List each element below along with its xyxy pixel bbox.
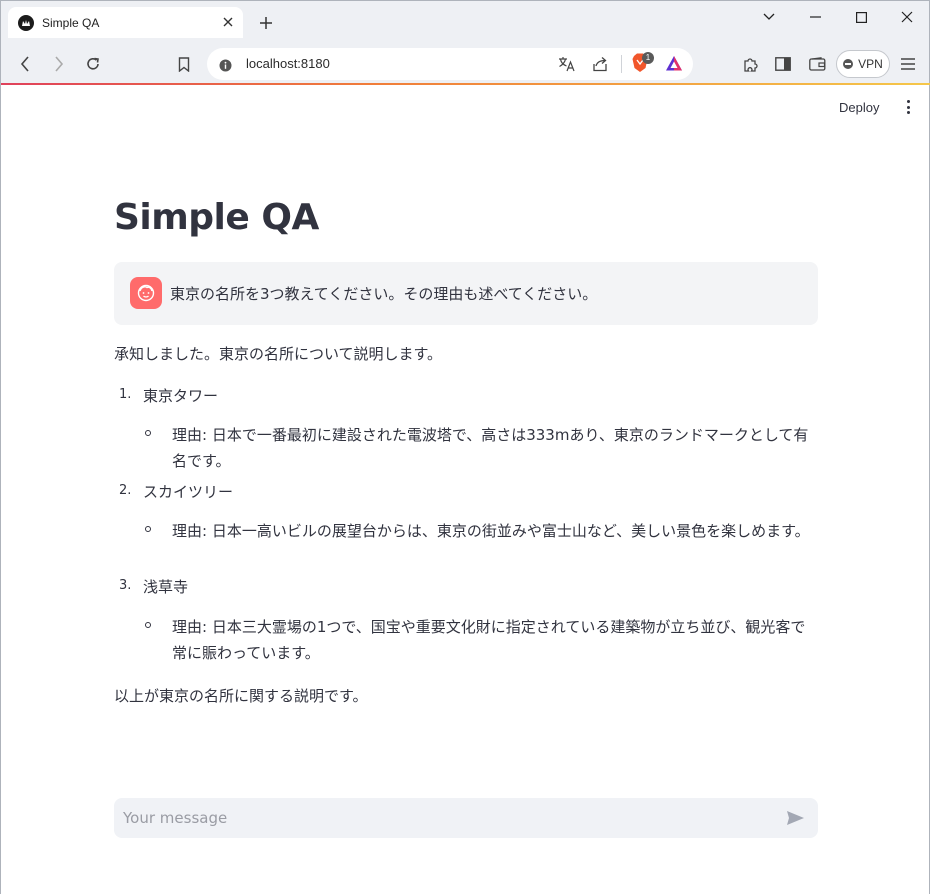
vpn-status-icon xyxy=(843,59,854,69)
tab-bar: Simple QA xyxy=(1,1,929,43)
tab-title: Simple QA xyxy=(42,15,100,30)
forward-arrow-icon[interactable] xyxy=(46,51,72,77)
bullet-icon xyxy=(145,430,151,436)
vpn-button[interactable]: VPN xyxy=(836,50,890,78)
answer-intro: 承知しました。東京の名所について説明します。 xyxy=(114,345,443,363)
bullet-icon xyxy=(145,622,151,628)
chevron-down-icon[interactable] xyxy=(746,5,792,29)
chat-input-box xyxy=(114,798,818,838)
back-arrow-icon[interactable] xyxy=(12,51,38,77)
place-name: 浅草寺 xyxy=(143,578,189,596)
place-name: スカイツリー xyxy=(143,483,234,501)
sidebar-icon[interactable] xyxy=(770,51,796,77)
menu-icon[interactable] xyxy=(895,51,921,77)
site-info-icon[interactable] xyxy=(219,57,232,76)
browser-toolbar: localhost:8180 1 VPN xyxy=(1,43,929,85)
answer-outro: 以上が東京の名所に関する説明です。 xyxy=(114,687,368,705)
reason-text: 理由: 日本三大霊場の1つで、国宝や重要文化財に指定されている建築物が立ち並び、… xyxy=(172,618,806,662)
message-input[interactable] xyxy=(123,798,763,838)
send-icon[interactable] xyxy=(784,808,806,828)
place-name: 東京タワー xyxy=(143,387,219,405)
brave-shield-icon[interactable]: 1 xyxy=(631,52,654,78)
window-close-icon[interactable] xyxy=(884,5,930,29)
minimize-icon[interactable] xyxy=(792,5,838,29)
app-main: Deploy Simple QA 東京の名所を3つ教えてください。その理由も述べ… xyxy=(0,85,930,894)
list-number: 1. xyxy=(119,387,132,402)
close-icon[interactable] xyxy=(219,13,237,31)
divider xyxy=(621,55,622,73)
user-message-text: 東京の名所を3つ教えてください。その理由も述べてください。 xyxy=(170,285,598,303)
browser-chrome: Simple QA localhost:8180 1 VPN xyxy=(0,0,930,86)
shield-badge-count: 1 xyxy=(642,52,654,64)
url-text: localhost:8180 xyxy=(246,56,330,71)
extensions-icon[interactable] xyxy=(737,51,763,77)
maximize-icon[interactable] xyxy=(838,5,884,29)
bullet-icon xyxy=(145,526,151,532)
share-icon[interactable] xyxy=(592,56,609,76)
reason-text: 理由: 日本で一番最初に建設された電波塔で、高さは333mあり、東京のランドマー… xyxy=(172,426,809,470)
main-menu-icon[interactable] xyxy=(900,97,916,117)
user-avatar-icon xyxy=(130,277,162,309)
user-chat-message: 東京の名所を3つ教えてください。その理由も述べてください。 xyxy=(114,262,818,325)
reload-icon[interactable] xyxy=(80,51,106,77)
streamlit-favicon xyxy=(18,14,34,31)
wallet-icon[interactable] xyxy=(804,51,830,77)
address-bar[interactable]: localhost:8180 1 xyxy=(207,48,693,80)
brave-rewards-icon[interactable] xyxy=(665,55,683,76)
vpn-label: VPN xyxy=(858,57,883,71)
page-title: Simple QA xyxy=(114,197,319,238)
reason-text: 理由: 日本一高いビルの展望台からは、東京の街並みや富士山など、美しい景色を楽し… xyxy=(172,522,810,540)
list-number: 3. xyxy=(119,578,132,593)
bookmark-icon[interactable] xyxy=(171,51,197,77)
translate-icon[interactable] xyxy=(558,56,576,76)
list-number: 2. xyxy=(119,483,132,498)
plus-icon[interactable] xyxy=(254,11,278,35)
browser-tab-active[interactable]: Simple QA xyxy=(8,7,243,38)
deploy-button[interactable]: Deploy xyxy=(839,100,879,115)
